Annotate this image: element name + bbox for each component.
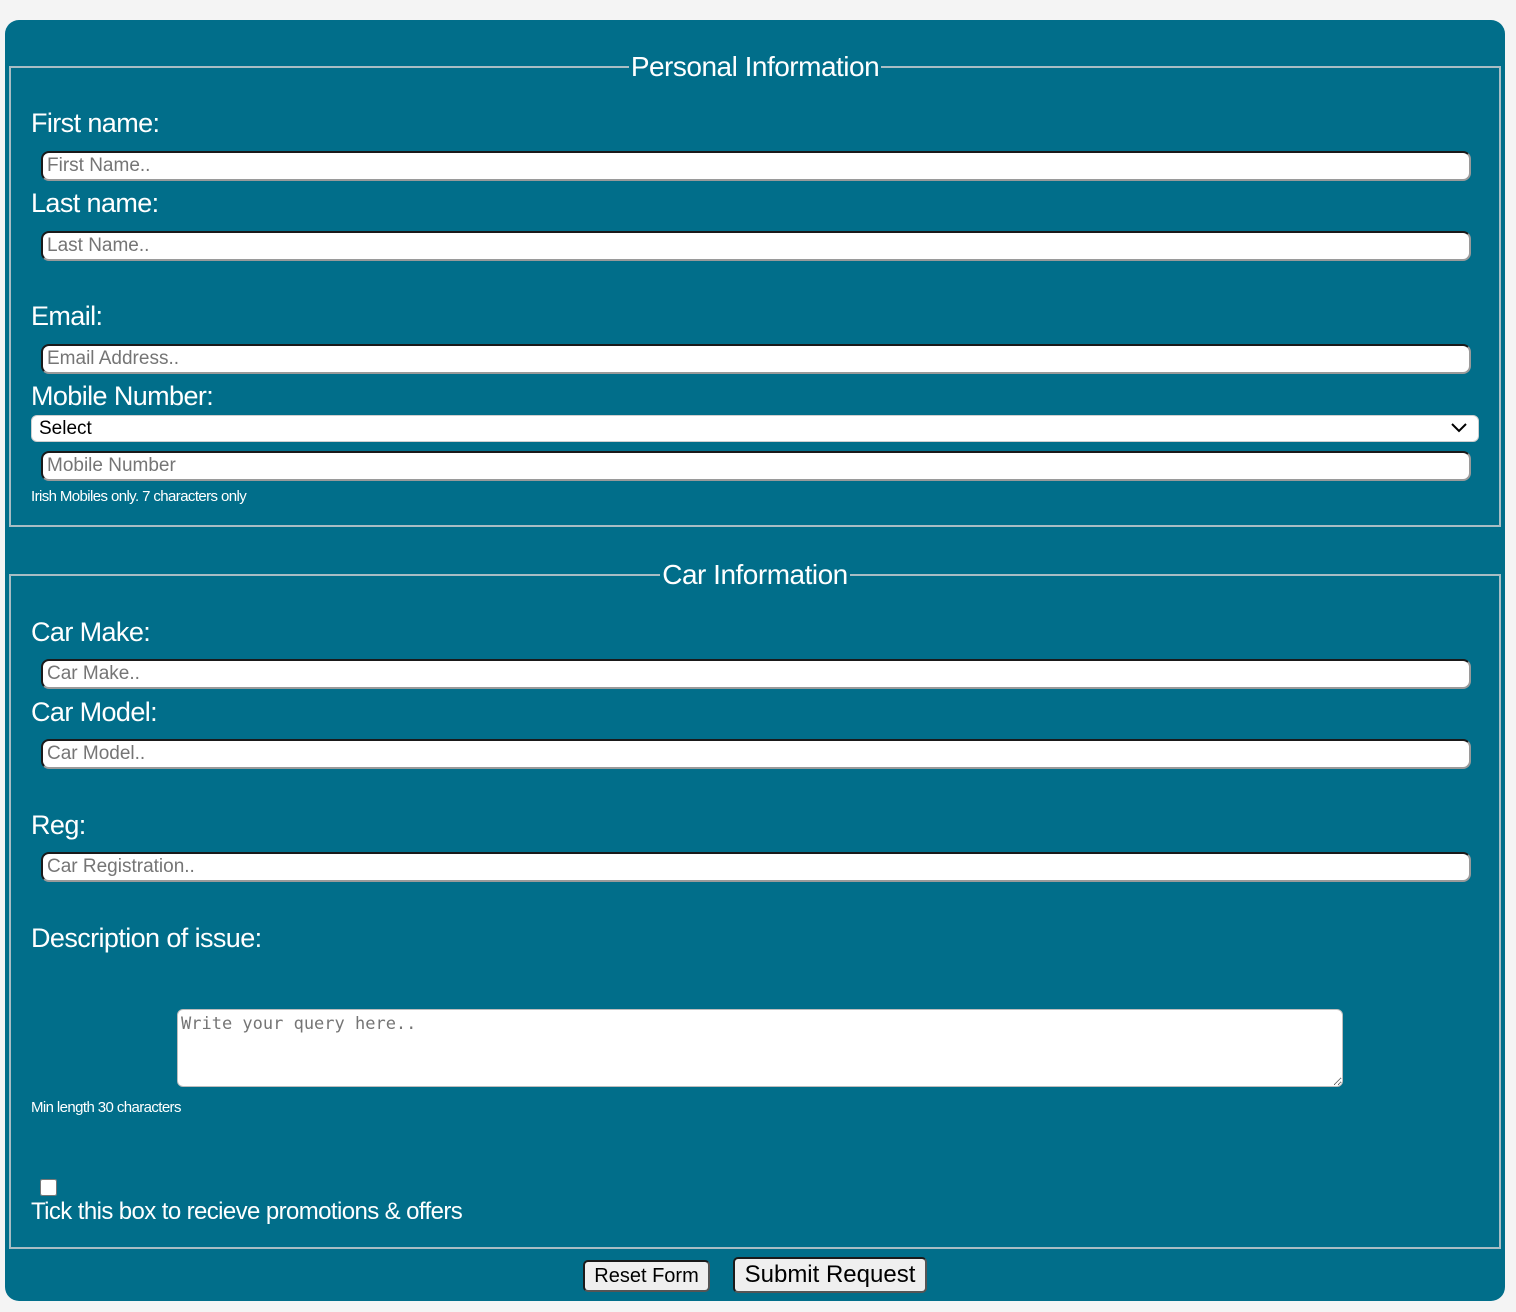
mobile-number-hint: Irish Mobiles only. 7 characters only bbox=[31, 488, 247, 505]
description-hint: Min length 30 characters bbox=[31, 1099, 181, 1116]
mobile-prefix-selected-value: Select bbox=[39, 418, 92, 439]
description-label: Description of issue: bbox=[31, 923, 262, 953]
promotions-label: Tick this box to recieve promotions & of… bbox=[31, 1198, 463, 1225]
description-textarea[interactable] bbox=[177, 1009, 1343, 1087]
last-name-input[interactable] bbox=[41, 231, 1471, 261]
mobile-number-label: Mobile Number: bbox=[31, 381, 214, 411]
personal-information-fieldset: Personal Information First name: Last na… bbox=[9, 51, 1501, 527]
personal-information-legend: Personal Information bbox=[630, 51, 880, 82]
request-form: Personal Information First name: Last na… bbox=[5, 20, 1505, 1301]
email-input[interactable] bbox=[41, 344, 1471, 374]
car-model-input[interactable] bbox=[41, 739, 1471, 769]
submit-request-button[interactable]: Submit Request bbox=[733, 1257, 927, 1293]
reset-form-button[interactable]: Reset Form bbox=[583, 1260, 710, 1292]
promotions-checkbox[interactable] bbox=[40, 1179, 57, 1196]
car-model-label: Car Model: bbox=[31, 697, 158, 727]
car-make-label: Car Make: bbox=[31, 617, 151, 647]
first-name-input[interactable] bbox=[41, 151, 1471, 181]
last-name-label: Last name: bbox=[31, 188, 159, 218]
mobile-number-input[interactable] bbox=[41, 451, 1471, 481]
car-information-legend: Car Information bbox=[662, 559, 848, 590]
car-information-fieldset: Car Information Car Make: Car Model: Reg… bbox=[9, 559, 1501, 1249]
first-name-label: First name: bbox=[31, 108, 160, 138]
car-make-input[interactable] bbox=[41, 659, 1471, 689]
mobile-prefix-select[interactable]: Select bbox=[31, 415, 1479, 442]
car-registration-input[interactable] bbox=[41, 852, 1471, 882]
chevron-down-icon bbox=[1451, 423, 1467, 433]
reg-label: Reg: bbox=[31, 810, 86, 840]
email-label: Email: bbox=[31, 301, 103, 331]
